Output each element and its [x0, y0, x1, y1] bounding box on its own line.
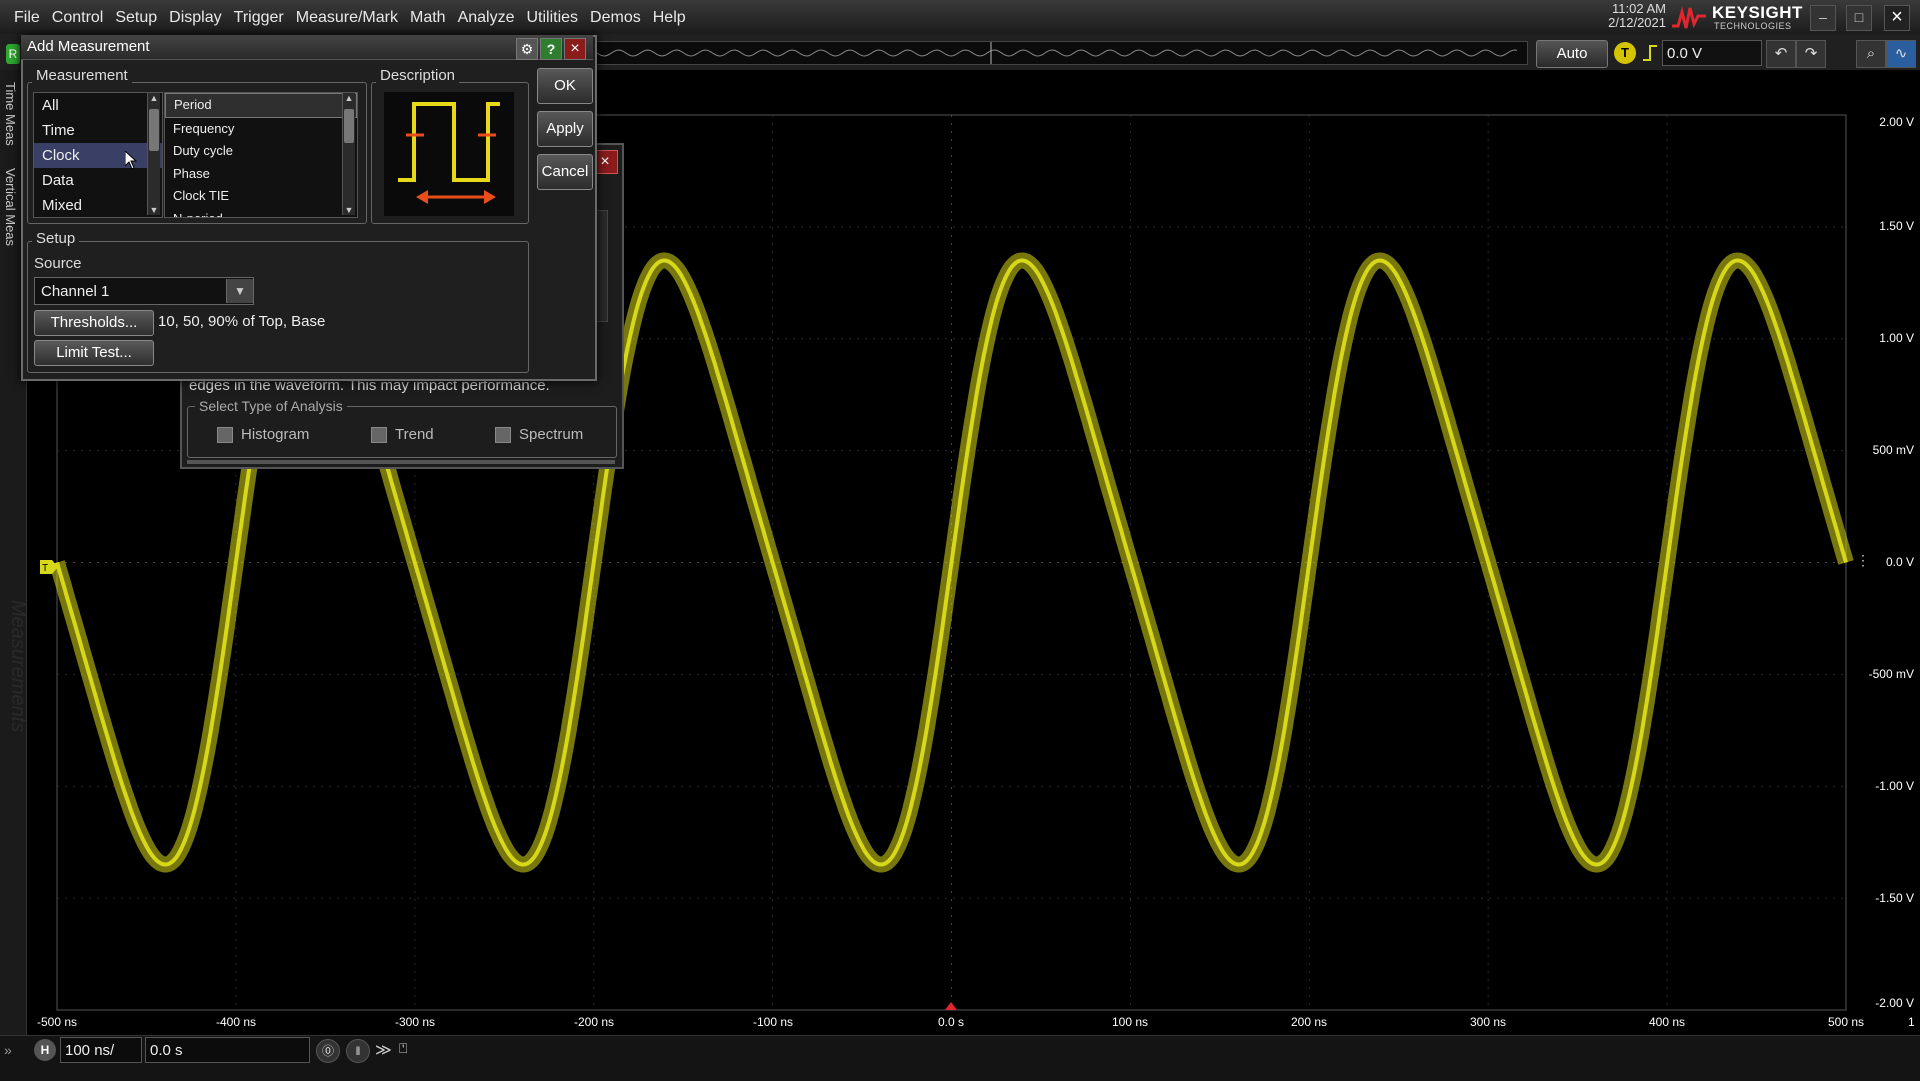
analysis-type-title: Select Type of Analysis: [195, 398, 347, 414]
measurement-scrollbar[interactable]: ▲ ▼: [342, 93, 355, 215]
x-tick-label: -400 ns: [215, 1015, 257, 1029]
histogram-option[interactable]: Histogram: [217, 426, 309, 443]
forward-icon[interactable]: ≫: [375, 1040, 392, 1060]
x-tick-label: 400 ns: [1648, 1015, 1686, 1029]
y-tick-label: 1.50 V: [1879, 219, 1914, 233]
cancel-button[interactable]: Cancel: [537, 154, 593, 190]
marker-icon[interactable]: ⍞: [399, 1040, 407, 1057]
y-tick-label: -2.00 V: [1875, 996, 1914, 1010]
y-tick-label: 500 mV: [1872, 443, 1914, 457]
measurement-item-phase[interactable]: Phase: [165, 163, 357, 186]
limit-test-button[interactable]: Limit Test...: [34, 340, 154, 366]
scroll-down-icon[interactable]: ▼: [148, 205, 160, 215]
measurement-item-clock-tie[interactable]: Clock TIE: [165, 185, 357, 208]
spectrum-checkbox[interactable]: [495, 426, 511, 443]
x-tick-label: 100 ns: [1111, 1015, 1149, 1029]
source-select[interactable]: Channel 1: [34, 277, 254, 305]
y-tick-label: 0.0 V: [1885, 555, 1914, 569]
gear-icon[interactable]: ⚙: [516, 38, 538, 60]
help-icon[interactable]: ?: [540, 38, 562, 60]
close-icon[interactable]: ×: [564, 38, 586, 60]
y-tick-label: 2.00 V: [1879, 115, 1914, 129]
y-tick-label: -1.50 V: [1875, 891, 1914, 905]
chevron-down-icon[interactable]: ▼: [226, 279, 253, 303]
measurement-item-frequency[interactable]: Frequency: [165, 118, 357, 141]
timebase-position-field[interactable]: 0.0 s: [145, 1037, 310, 1063]
x-tick-label: 200 ns: [1290, 1015, 1328, 1029]
analysis-dialog-hscroll[interactable]: [187, 460, 615, 464]
dialog-title: Add Measurement: [27, 38, 150, 55]
corner-label: 1: [1908, 1015, 1915, 1029]
x-tick-label: -300 ns: [394, 1015, 436, 1029]
scroll-down-icon[interactable]: ▼: [343, 205, 355, 215]
description-group-title: Description: [376, 67, 460, 84]
scroll-up-icon[interactable]: ▲: [343, 93, 355, 103]
x-tick-label: 500 ns: [1827, 1015, 1865, 1029]
period-diagram-icon: [384, 92, 514, 216]
measurement-item-n-period[interactable]: N-period: [165, 208, 357, 218]
trend-option[interactable]: Trend: [371, 426, 434, 443]
trigger-level-marker-icon[interactable]: T: [40, 556, 58, 578]
measurement-scroll-thumb[interactable]: [344, 109, 354, 143]
histogram-checkbox[interactable]: [217, 426, 233, 443]
pause-icon[interactable]: ‖: [346, 1039, 370, 1063]
category-item-all[interactable]: All: [34, 93, 162, 118]
y-tick-label: -1.00 V: [1875, 779, 1914, 793]
histogram-label: Histogram: [241, 426, 310, 443]
mouse-cursor-icon: [125, 151, 138, 170]
zero-position-icon[interactable]: ⓪: [316, 1039, 340, 1063]
x-tick-label: 300 ns: [1469, 1015, 1507, 1029]
thresholds-button[interactable]: Thresholds...: [34, 310, 154, 336]
x-tick-label: -200 ns: [573, 1015, 615, 1029]
svg-text:T: T: [42, 563, 48, 574]
measurement-item-period[interactable]: Period: [165, 93, 357, 118]
spectrum-label: Spectrum: [519, 426, 584, 443]
trend-checkbox[interactable]: [371, 426, 387, 443]
x-tick-label: 0.0 s: [937, 1015, 964, 1029]
setup-group-title: Setup: [32, 230, 80, 247]
measurement-list[interactable]: Period Frequency Duty cycle Phase Clock …: [164, 92, 358, 218]
timebase-scale-field[interactable]: 100 ns/: [60, 1037, 142, 1063]
category-scroll-thumb[interactable]: [149, 109, 159, 151]
category-item-mixed[interactable]: Mixed: [34, 193, 162, 217]
source-label: Source: [34, 255, 82, 272]
category-scrollbar[interactable]: ▲ ▼: [147, 93, 160, 215]
ok-button[interactable]: OK: [537, 68, 593, 104]
category-list[interactable]: All Time Clock Data Mixed: [33, 92, 163, 218]
horizontal-button[interactable]: H: [34, 1039, 56, 1061]
scroll-up-icon[interactable]: ▲: [148, 93, 160, 103]
category-item-time[interactable]: Time: [34, 118, 162, 143]
trend-label: Trend: [395, 426, 434, 443]
x-tick-label: -100 ns: [752, 1015, 794, 1029]
measurement-group-title: Measurement: [32, 67, 132, 84]
expand-icon[interactable]: »: [4, 1042, 12, 1058]
thresholds-value: 10, 50, 90% of Top, Base: [158, 313, 326, 330]
category-item-data[interactable]: Data: [34, 168, 162, 193]
spectrum-option[interactable]: Spectrum: [495, 426, 583, 443]
y-tick-label: 1.00 V: [1879, 331, 1914, 345]
measurement-item-duty-cycle[interactable]: Duty cycle: [165, 140, 357, 163]
apply-button[interactable]: Apply: [537, 111, 593, 147]
category-item-clock[interactable]: Clock: [34, 143, 162, 168]
x-tick-label: -500 ns: [36, 1015, 78, 1029]
y-tick-label: -500 mV: [1868, 667, 1914, 681]
